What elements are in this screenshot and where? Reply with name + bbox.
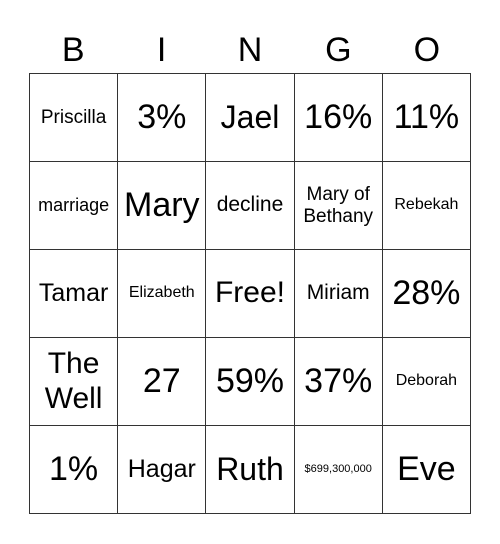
free-space[interactable]: Free!: [205, 249, 294, 337]
header-letter-o: O: [413, 31, 441, 69]
bingo-cell[interactable]: 11%: [381, 73, 470, 161]
bingo-cell[interactable]: Miriam: [293, 249, 382, 337]
bingo-cell[interactable]: 27: [117, 337, 206, 425]
bingo-cell[interactable]: Ruth: [205, 425, 294, 513]
bingo-cell[interactable]: Deborah: [381, 337, 470, 425]
bingo-cell[interactable]: Priscilla: [29, 73, 118, 161]
bingo-card: Priscilla 3% Jael 16% 11% marriage Mary …: [29, 73, 471, 514]
bingo-header: B I N G O: [29, 28, 471, 73]
bingo-cell[interactable]: 59%: [205, 337, 294, 425]
bingo-cell[interactable]: 1%: [29, 425, 118, 513]
header-letter-g: G: [325, 31, 352, 69]
bingo-cell[interactable]: Mary of Bethany: [293, 161, 382, 249]
bingo-cell[interactable]: Rebekah: [381, 161, 470, 249]
header-letter-b: B: [61, 31, 85, 69]
bingo-cell[interactable]: 37%: [293, 337, 382, 425]
bingo-cell[interactable]: 28%: [381, 249, 470, 337]
bingo-cell[interactable]: 3%: [117, 73, 206, 161]
bingo-cell[interactable]: 16%: [293, 73, 382, 161]
header-letter-i: I: [156, 31, 167, 69]
bingo-cell[interactable]: marriage: [29, 161, 118, 249]
header-letter-n: N: [237, 31, 263, 69]
bingo-cell[interactable]: $699,300,000: [293, 425, 382, 513]
bingo-cell[interactable]: Eve: [381, 425, 470, 513]
bingo-cell[interactable]: The Well: [29, 337, 118, 425]
bingo-cell[interactable]: Mary: [117, 161, 206, 249]
bingo-cell[interactable]: Hagar: [117, 425, 206, 513]
bingo-cell[interactable]: Jael: [205, 73, 294, 161]
bingo-cell[interactable]: decline: [205, 161, 294, 249]
bingo-cell[interactable]: Elizabeth: [117, 249, 206, 337]
bingo-cell[interactable]: Tamar: [29, 249, 118, 337]
